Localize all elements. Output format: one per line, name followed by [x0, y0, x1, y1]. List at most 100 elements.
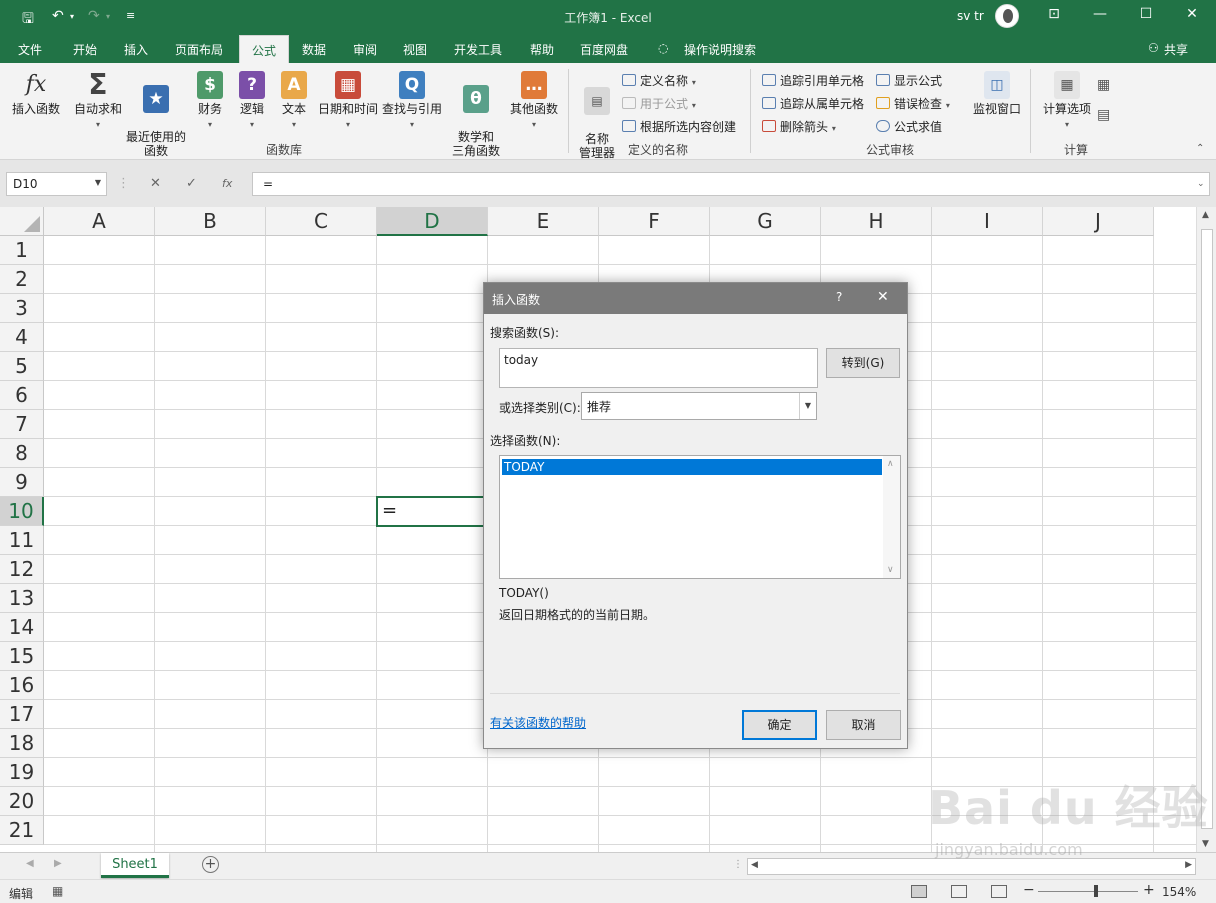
function-list[interactable]: TODAY ∧ ∨: [499, 455, 901, 579]
row-header-5[interactable]: 5: [0, 352, 44, 381]
enter-icon[interactable]: ✓: [186, 176, 197, 191]
row-header-13[interactable]: 13: [0, 584, 44, 613]
zoom-thumb[interactable]: [1094, 885, 1098, 897]
chevron-down-icon[interactable]: ▼: [799, 393, 816, 419]
active-cell[interactable]: =: [376, 496, 488, 527]
show-formulas-button[interactable]: 显示公式: [876, 72, 942, 89]
define-name-button[interactable]: 定义名称 ▾: [622, 72, 696, 89]
tab-developer[interactable]: 开发工具: [454, 41, 502, 58]
logical-button[interactable]: ? 逻辑 ▾: [236, 71, 268, 132]
minimize-icon[interactable]: —: [1085, 6, 1115, 22]
zoom-in-icon[interactable]: +: [1143, 882, 1155, 898]
row-header-17[interactable]: 17: [0, 700, 44, 729]
column-header-e[interactable]: E: [488, 207, 599, 236]
row-header-7[interactable]: 7: [0, 410, 44, 439]
trace-precedents-button[interactable]: 追踪引用单元格: [762, 72, 864, 89]
ok-button[interactable]: 确定: [742, 710, 817, 740]
row-header-3[interactable]: 3: [0, 294, 44, 323]
row-header-12[interactable]: 12: [0, 555, 44, 584]
row-header-6[interactable]: 6: [0, 381, 44, 410]
text-button[interactable]: A 文本 ▾: [278, 71, 310, 132]
row-header-2[interactable]: 2: [0, 265, 44, 294]
tab-home[interactable]: 开始: [73, 41, 97, 58]
row-header-19[interactable]: 19: [0, 758, 44, 787]
tab-help[interactable]: 帮助: [530, 41, 554, 58]
vertical-scrollbar[interactable]: ▲ ▼: [1196, 207, 1216, 852]
ribbon-display-icon[interactable]: ⊡: [1039, 6, 1069, 22]
cancel-icon[interactable]: ✕: [150, 176, 161, 191]
select-all-corner[interactable]: [0, 207, 44, 236]
column-header-d[interactable]: D: [377, 207, 488, 236]
zoom-slider[interactable]: [1038, 891, 1138, 892]
math-trig-button[interactable]: θ 数学和 三角函数: [446, 71, 506, 158]
avatar[interactable]: [995, 4, 1019, 28]
autosum-button[interactable]: Σ 自动求和 ▾: [72, 71, 124, 132]
column-header-i[interactable]: I: [932, 207, 1043, 236]
calculation-options-button[interactable]: ▦ 计算选项 ▾: [1040, 71, 1094, 132]
row-header-14[interactable]: 14: [0, 613, 44, 642]
close-icon[interactable]: ✕: [877, 289, 889, 305]
row-header-10[interactable]: 10: [0, 497, 44, 526]
function-list-scrollbar[interactable]: ∧ ∨: [883, 456, 900, 578]
column-header-h[interactable]: H: [821, 207, 932, 236]
calculate-sheet-icon[interactable]: ▤: [1097, 107, 1110, 123]
zoom-out-icon[interactable]: −: [1023, 882, 1035, 898]
row-header-16[interactable]: 16: [0, 671, 44, 700]
insert-function-fx-icon[interactable]: fx: [222, 177, 232, 190]
trace-dependents-button[interactable]: 追踪从属单元格: [762, 95, 864, 112]
watch-window-button[interactable]: ◫ 监视窗口: [970, 71, 1024, 116]
column-header-f[interactable]: F: [599, 207, 710, 236]
tell-me-search[interactable]: 操作说明搜索: [684, 41, 756, 58]
row-header-8[interactable]: 8: [0, 439, 44, 468]
collapse-ribbon-icon[interactable]: ⌃: [1196, 143, 1204, 154]
name-box[interactable]: D10 ▼: [6, 172, 107, 196]
maximize-icon[interactable]: ☐: [1131, 6, 1161, 22]
row-header-21[interactable]: 21: [0, 816, 44, 845]
page-break-view-icon[interactable]: [991, 885, 1007, 898]
date-time-button[interactable]: ▦ 日期和时间 ▾: [316, 71, 380, 132]
page-layout-view-icon[interactable]: [951, 885, 967, 898]
scroll-thumb[interactable]: [1201, 229, 1213, 829]
row-header-18[interactable]: 18: [0, 729, 44, 758]
tab-review[interactable]: 审阅: [353, 41, 377, 58]
expand-formula-bar-icon[interactable]: ⌄: [1197, 179, 1205, 189]
tab-split-icon[interactable]: ⋮: [733, 859, 743, 870]
sheet-tab[interactable]: Sheet1: [101, 853, 169, 878]
row-header-9[interactable]: 9: [0, 468, 44, 497]
financial-button[interactable]: $ 财务 ▾: [194, 71, 226, 132]
formula-input[interactable]: =: [252, 172, 1210, 196]
insert-function-button[interactable]: fx 插入函数: [8, 71, 64, 116]
recently-used-button[interactable]: ★ 最近使用的 函数: [124, 71, 188, 158]
tab-insert[interactable]: 插入: [124, 41, 148, 58]
help-icon[interactable]: ?: [836, 290, 842, 304]
tab-data[interactable]: 数据: [302, 41, 326, 58]
category-select[interactable]: 推荐 ▼: [581, 392, 817, 420]
scroll-up-icon[interactable]: ▲: [1202, 210, 1209, 220]
tab-page-layout[interactable]: 页面布局: [175, 41, 223, 58]
next-sheet-icon[interactable]: ▶: [54, 858, 62, 869]
calculate-now-icon[interactable]: ▦: [1097, 77, 1110, 93]
cancel-button[interactable]: 取消: [826, 710, 901, 740]
scroll-down-icon[interactable]: ▼: [1202, 839, 1209, 849]
column-header-g[interactable]: G: [710, 207, 821, 236]
macro-record-icon[interactable]: ▦: [52, 884, 63, 898]
column-header-a[interactable]: A: [44, 207, 155, 236]
go-button[interactable]: 转到(G): [826, 348, 900, 378]
user-name[interactable]: sv tr: [957, 9, 984, 23]
scroll-left-icon[interactable]: ◀: [751, 860, 758, 870]
row-header-1[interactable]: 1: [0, 236, 44, 265]
lookup-reference-button[interactable]: Q 查找与引用 ▾: [381, 71, 443, 132]
row-header-4[interactable]: 4: [0, 323, 44, 352]
share-button[interactable]: 共享: [1164, 41, 1188, 58]
tab-view[interactable]: 视图: [403, 41, 427, 58]
function-list-item-selected[interactable]: TODAY: [502, 459, 882, 475]
close-icon[interactable]: ✕: [1177, 6, 1207, 22]
tab-baidu-netdisk[interactable]: 百度网盘: [580, 41, 628, 58]
tab-formulas[interactable]: 公式: [239, 35, 290, 63]
row-header-11[interactable]: 11: [0, 526, 44, 555]
column-header-j[interactable]: J: [1043, 207, 1154, 236]
column-header-c[interactable]: C: [266, 207, 377, 236]
scroll-right-icon[interactable]: ▶: [1185, 860, 1192, 870]
horizontal-scrollbar[interactable]: ◀ ▶: [747, 858, 1196, 875]
function-help-link[interactable]: 有关该函数的帮助: [490, 714, 586, 731]
